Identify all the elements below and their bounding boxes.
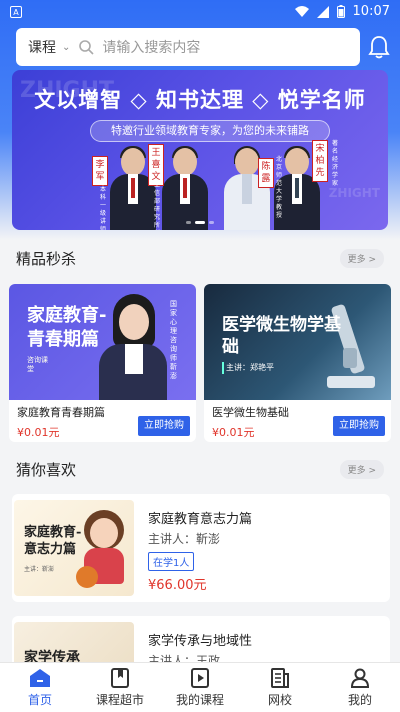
tab-mine[interactable]: 我的	[320, 663, 400, 712]
search-box[interactable]: 课程 ⌄ 请输入搜索内容	[16, 28, 360, 66]
lecturer-photo	[99, 290, 167, 400]
tab-label: 网校	[267, 692, 292, 707]
lecturer-name-tag: 宋柏先	[312, 140, 328, 182]
bell-icon[interactable]	[368, 35, 390, 59]
clock: 10:07	[352, 4, 390, 19]
lecturer-name-tag: 王喜文	[148, 144, 164, 186]
course-name: 家庭教育意志力篇	[148, 512, 253, 527]
bottom-tab-bar: 首页 课程超市 我的课程 网校 我的	[0, 662, 400, 712]
tab-label: 课程超市	[95, 692, 144, 707]
section-title: 精品秒杀	[16, 249, 77, 268]
bookmark-book-icon	[111, 667, 129, 688]
flash-sale-card[interactable]: 家庭教育-青春期篇 咨询课堂 国家心理咨询师 靳澎 家庭教育青春期篇 ¥0.01…	[9, 284, 196, 442]
course-thumbnail: 医学微生物学基础 主讲：郑艳平	[204, 284, 391, 400]
section-title: 猜你喜欢	[16, 460, 77, 479]
banner-pagination	[186, 221, 214, 224]
chevron-down-icon: ⌄	[62, 41, 71, 53]
flash-sale-card[interactable]: 医学微生物学基础 主讲：郑艳平 医学微生物基础 ¥0.01元 立即抢购	[204, 284, 391, 442]
thumbnail-lecturer: 主讲：郑艳平	[226, 363, 274, 372]
tab-my-courses[interactable]: 我的课程	[160, 663, 240, 712]
thumbnail-accent	[222, 362, 224, 374]
lecturer-title: 著名经济学家	[331, 140, 338, 187]
buy-now-button[interactable]: 立即抢购	[333, 416, 385, 436]
user-icon	[350, 668, 370, 688]
flash-sale-header: 精品秒杀 更多 >	[16, 247, 384, 269]
thumbnail-title: 医学微生物学基础	[222, 315, 341, 357]
learners-badge: 在学1人	[148, 552, 195, 571]
lecturer-name-tag: 李军	[92, 156, 108, 186]
course-name: 家庭教育青春期篇	[17, 406, 105, 419]
thumbnail-lecturer: 国家心理咨询师 靳澎	[170, 300, 177, 380]
course-thumbnail: 家庭教育-意志力篇 主讲：靳澎	[14, 500, 134, 596]
play-book-icon	[191, 667, 209, 688]
tab-home[interactable]: 首页	[0, 663, 80, 712]
course-thumbnail: 家庭教育-青春期篇 咨询课堂 国家心理咨询师 靳澎	[9, 284, 196, 400]
search-row: 课程 ⌄ 请输入搜索内容	[16, 28, 394, 66]
thumbnail-lecturer: 主讲：靳澎	[24, 566, 55, 573]
banner-headline: 文以增智 ◇ 知书达理 ◇ 悦学名师	[34, 87, 366, 112]
banner-subline: 特邀行业领域教育专家，为您的未来铺路	[90, 120, 330, 142]
course-lecturer: 主讲人：靳澎	[148, 532, 221, 546]
tab-label: 首页	[27, 692, 52, 707]
battery-icon	[336, 5, 345, 18]
lecturer-photo	[162, 146, 208, 230]
category-select[interactable]: 课程 ⌄	[28, 37, 70, 57]
status-indicators: 10:07	[294, 4, 390, 19]
thumbnail-tag: 咨询课堂	[27, 356, 48, 373]
lecturer-name-tag: 陈露	[258, 158, 274, 188]
buy-now-button[interactable]: 立即抢购	[138, 416, 190, 436]
tab-label: 我的课程	[175, 692, 224, 707]
more-button[interactable]: 更多 >	[339, 459, 384, 479]
lecturer-title: 本科一级讲师	[99, 186, 106, 230]
recommended-course-card[interactable]: 家庭教育-意志力篇 主讲：靳澎 家庭教育意志力篇 主讲人：靳澎 在学1人 ¥66…	[12, 494, 390, 602]
course-price: ¥0.01元	[212, 426, 255, 439]
banner-watermark-2: ZHIGHT	[328, 186, 380, 200]
promo-banner[interactable]: ZHIGHT ZHIGHT 文以增智 ◇ 知书达理 ◇ 悦学名师 特邀行业领域教…	[12, 70, 388, 230]
lecturer-title: 北京师范大学教授	[275, 156, 282, 219]
thumbnail-title: 家庭教育-意志力篇	[24, 525, 82, 557]
girl-illustration	[76, 510, 132, 596]
course-name: 医学微生物基础	[212, 406, 289, 419]
search-icon	[79, 40, 94, 55]
tab-course-market[interactable]: 课程超市	[80, 663, 160, 712]
tab-label: 我的	[347, 692, 372, 707]
course-price: ¥0.01元	[17, 426, 60, 439]
document-icon	[271, 667, 289, 688]
notification-app-icon: A	[10, 6, 22, 18]
status-bar: A 10:07	[0, 0, 400, 24]
home-icon	[30, 668, 50, 687]
tab-online-school[interactable]: 网校	[240, 663, 320, 712]
more-button[interactable]: 更多 >	[339, 248, 384, 268]
signal-icon	[316, 5, 329, 18]
course-name: 家学传承与地域性	[148, 634, 253, 649]
wifi-icon	[294, 5, 309, 17]
category-label: 课程	[28, 40, 56, 56]
lecturer-title: 工信部研究所所长	[153, 182, 160, 229]
guess-header: 猜你喜欢 更多 >	[16, 458, 384, 480]
course-price: ¥66.00元	[148, 578, 207, 593]
search-input[interactable]: 请输入搜索内容	[102, 37, 200, 57]
